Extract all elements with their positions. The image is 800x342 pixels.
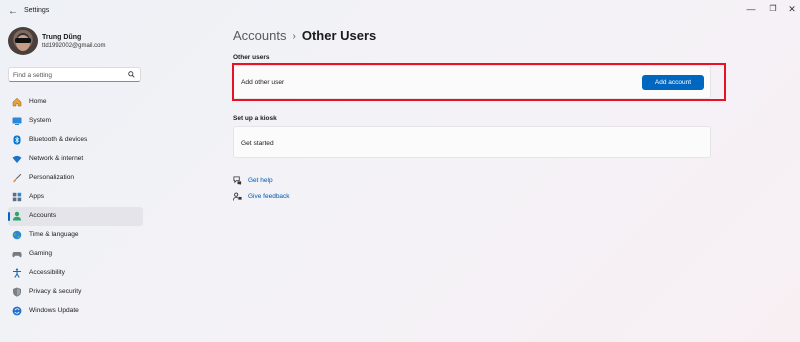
- sidebar-item-label: Apps: [29, 193, 45, 200]
- sidebar-item-label: System: [29, 117, 51, 124]
- sidebar-item-label: Gaming: [29, 250, 53, 257]
- sidebar-item-personalization[interactable]: Personalization: [8, 169, 143, 188]
- back-arrow-icon[interactable]: ←: [6, 5, 20, 19]
- breadcrumb: Accounts › Other Users: [233, 27, 376, 45]
- sidebar-item-label: Personalization: [29, 174, 75, 181]
- sidebar-item-apps[interactable]: Apps: [8, 188, 143, 207]
- feedback-icon: [233, 192, 242, 201]
- user-profile[interactable]: Trung Dũng ttd1992002@gmail.com: [8, 27, 148, 57]
- user-name: Trung Dũng: [42, 34, 82, 41]
- sidebar-item-label: Accounts: [29, 212, 57, 219]
- sidebar-nav: Home System Bluetooth & devices Network …: [8, 93, 143, 321]
- user-email: ttd1992002@gmail.com: [42, 43, 106, 49]
- home-icon: [12, 97, 22, 107]
- sidebar-item-network[interactable]: Network & internet: [8, 150, 143, 169]
- globe-icon: [12, 230, 22, 240]
- app-title: Settings: [24, 7, 50, 14]
- sidebar-item-label: Accessibility: [29, 269, 65, 276]
- sidebar-item-time-language[interactable]: Time & language: [8, 226, 143, 245]
- sidebar-item-label: Windows Update: [29, 307, 79, 314]
- get-started-label: Get started: [241, 140, 274, 147]
- maximize-button[interactable]: ❐: [766, 2, 780, 16]
- accounts-icon: [13, 211, 21, 221]
- avatar: [8, 27, 38, 55]
- sidebar-item-accessibility[interactable]: Accessibility: [8, 264, 143, 283]
- help-icon: [233, 176, 242, 185]
- give-feedback-label[interactable]: Give feedback: [248, 193, 290, 200]
- search-icon[interactable]: [128, 71, 135, 78]
- bluetooth-icon: [13, 135, 21, 145]
- sidebar-item-windows-update[interactable]: Windows Update: [8, 302, 143, 321]
- minimize-button[interactable]: —: [744, 2, 758, 16]
- sidebar-item-system[interactable]: System: [8, 112, 143, 131]
- sidebar-item-label: Bluetooth & devices: [29, 136, 88, 143]
- sidebar-item-label: Time & language: [29, 231, 79, 238]
- sidebar-item-bluetooth[interactable]: Bluetooth & devices: [8, 131, 143, 150]
- sidebar-item-label: Network & internet: [29, 155, 84, 162]
- wifi-icon: [12, 155, 22, 163]
- get-help-label[interactable]: Get help: [248, 177, 273, 184]
- shield-icon: [13, 287, 21, 297]
- search-input[interactable]: [13, 70, 123, 80]
- other-users-heading: Other users: [233, 54, 270, 61]
- brush-icon: [13, 173, 22, 183]
- sidebar-item-label: Privacy & security: [29, 288, 82, 295]
- kiosk-heading: Set up a kiosk: [233, 115, 277, 122]
- update-icon: [12, 306, 22, 316]
- sidebar-item-gaming[interactable]: Gaming: [8, 245, 143, 264]
- page-title: Other Users: [301, 28, 377, 43]
- gaming-icon: [12, 252, 22, 258]
- close-button[interactable]: ✕: [785, 2, 799, 16]
- sidebar-item-home[interactable]: Home: [8, 93, 143, 112]
- breadcrumb-parent[interactable]: Accounts: [233, 28, 286, 43]
- accessibility-icon: [13, 268, 21, 278]
- system-icon: [12, 117, 22, 125]
- sidebar-item-accounts[interactable]: Accounts: [8, 207, 143, 226]
- apps-icon: [12, 192, 22, 202]
- sidebar-item-label: Home: [29, 98, 47, 105]
- search-box[interactable]: [8, 67, 141, 82]
- breadcrumb-separator: ›: [292, 31, 296, 42]
- kiosk-card[interactable]: Get started: [233, 126, 711, 158]
- title-bar: ← Settings — ❐ ✕: [0, 0, 800, 24]
- highlight-box: [232, 63, 726, 101]
- sidebar-item-privacy-security[interactable]: Privacy & security: [8, 283, 143, 302]
